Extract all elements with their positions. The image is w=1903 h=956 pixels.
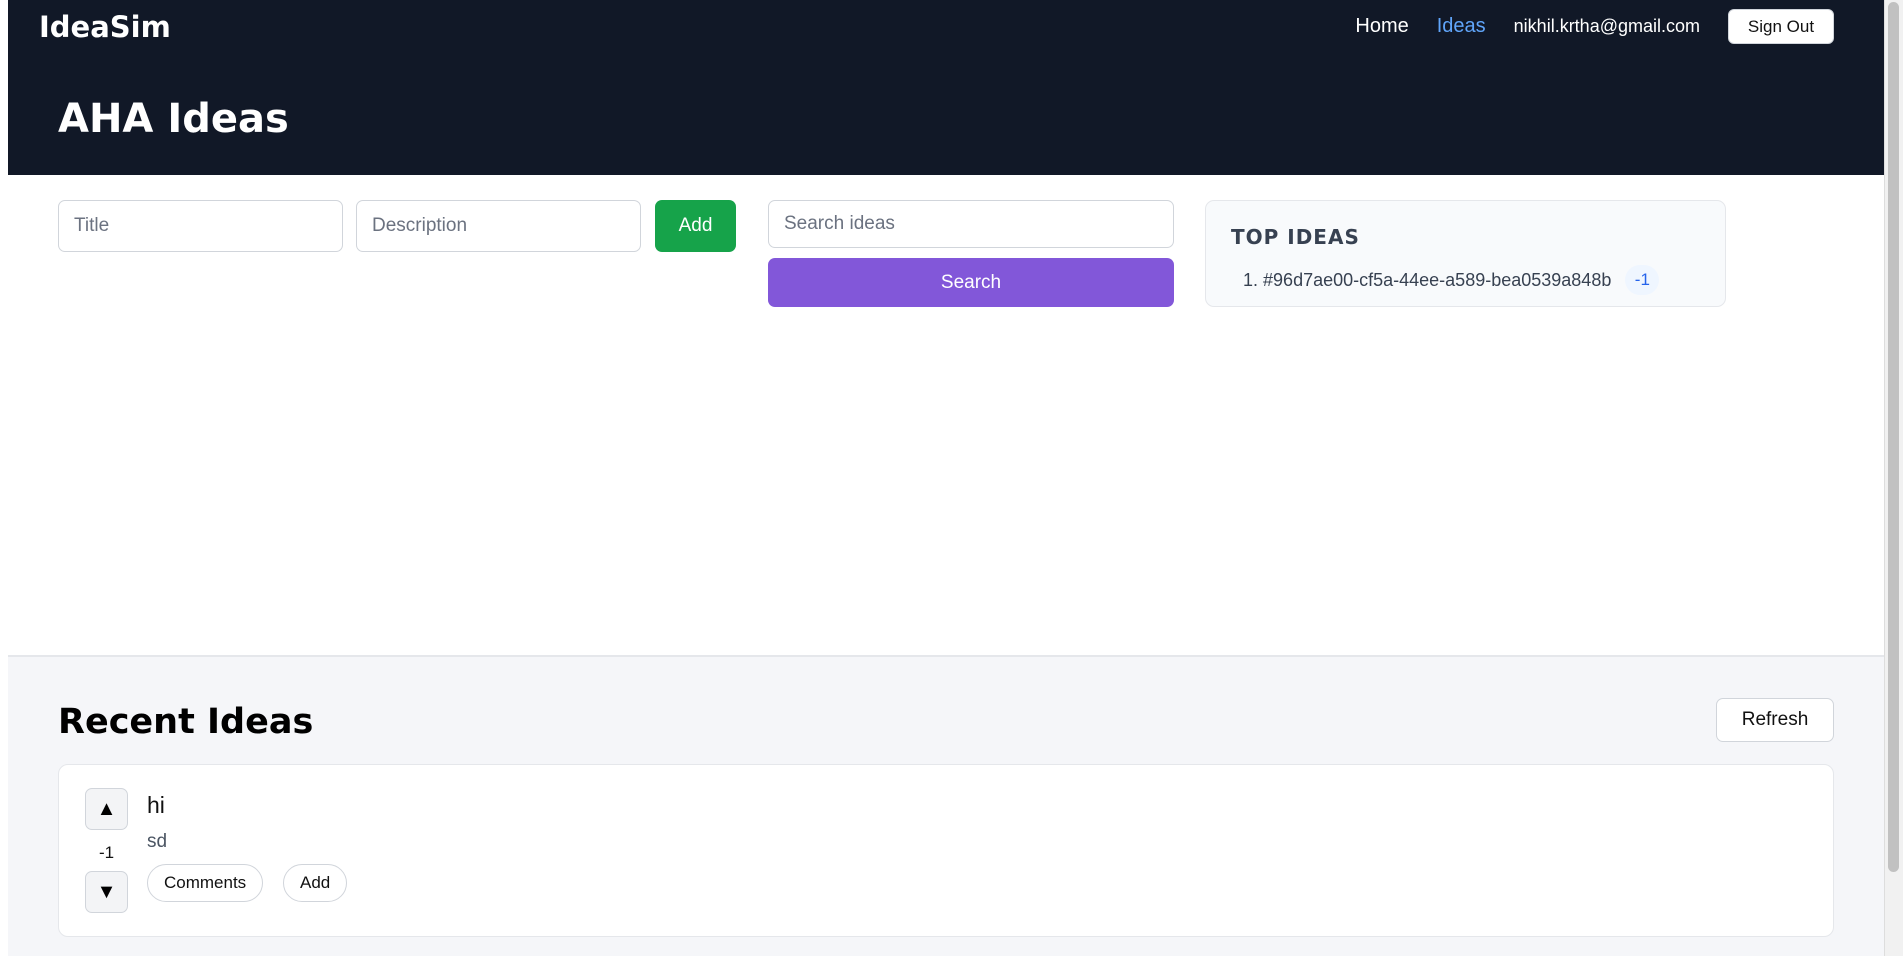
idea-score: -1 [98,843,115,862]
logo[interactable]: IdeaSim [39,10,171,44]
search-input[interactable] [768,200,1174,248]
add-idea-button[interactable]: Add [655,200,736,252]
header: IdeaSim Home Ideas nikhil.krtha@gmail.co… [8,0,1884,175]
page: IdeaSim Home Ideas nikhil.krtha@gmail.co… [8,0,1884,956]
upvote-button[interactable]: ▲ [85,788,128,830]
nav-ideas[interactable]: Ideas [1437,15,1486,38]
top-ideas-heading: TOP IDEAS [1231,225,1360,249]
nav-home[interactable]: Home [1355,15,1408,38]
top-idea-item[interactable]: 1. #96d7ae00-cf5a-44ee-a589-bea0539a848b… [1243,265,1660,295]
idea-title: hi [147,792,165,818]
sign-out-button[interactable]: Sign Out [1728,9,1834,44]
comments-button[interactable]: Comments [147,864,264,902]
downvote-button[interactable]: ▼ [85,871,128,913]
refresh-button[interactable]: Refresh [1716,698,1834,742]
top-idea-rank: 1. [1243,269,1259,290]
page-title: AHA Ideas [58,96,289,142]
top-nav: Home Ideas nikhil.krtha@gmail.com Sign O… [1355,9,1884,44]
scrollbar-thumb[interactable] [1888,2,1899,872]
idea-description: sd [147,831,168,852]
add-comment-button[interactable]: Add [283,864,348,902]
top-ideas-panel: TOP IDEAS 1. #96d7ae00-cf5a-44ee-a589-be… [1205,200,1726,307]
recent-ideas-heading: Recent Ideas [58,702,314,742]
score-badge: -1 [1625,265,1660,295]
description-input[interactable] [356,200,641,252]
search-button[interactable]: Search [768,258,1174,307]
recent-ideas-section: Recent Ideas Refresh ▲ -1 ▼ hi sd Commen… [8,655,1884,956]
idea-card: ▲ -1 ▼ hi sd Comments Add [58,764,1834,937]
title-input[interactable] [58,200,343,252]
top-idea-id: #96d7ae00-cf5a-44ee-a589-bea0539a848b [1263,269,1612,290]
user-email: nikhil.krtha@gmail.com [1513,16,1700,36]
